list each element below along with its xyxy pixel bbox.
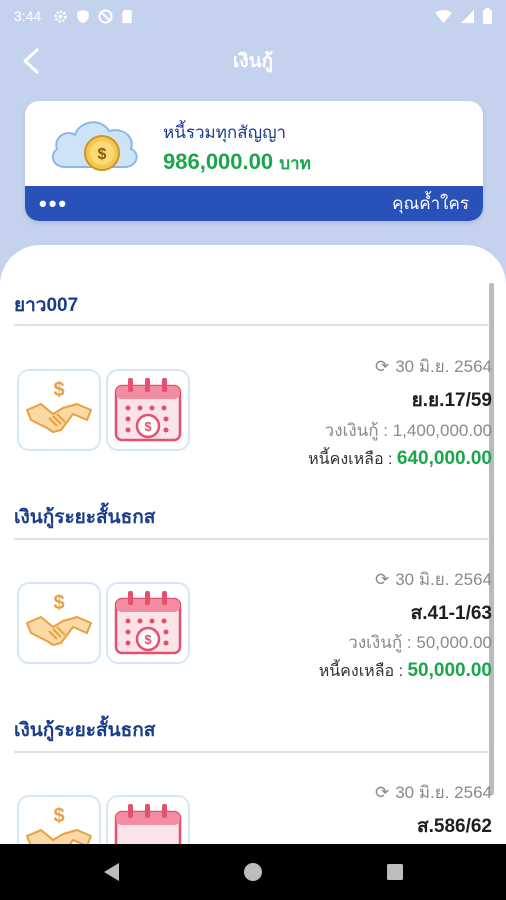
- app-bar: เงินกู้: [0, 32, 506, 90]
- summary-footer: ••• คุณค้ำใคร: [25, 186, 483, 221]
- summary-label: หนี้รวมทุกสัญญา: [163, 123, 287, 142]
- status-right-icons: [435, 8, 492, 24]
- sd-card-icon: [122, 9, 132, 23]
- refresh-icon: ⟳: [374, 782, 390, 802]
- section-divider: [14, 538, 490, 540]
- svg-text:$: $: [144, 419, 152, 434]
- section-divider: [14, 324, 490, 326]
- calendar-money-icon: $: [114, 378, 182, 442]
- loan-date-text: 30 มิ.ย. 2564: [395, 570, 492, 589]
- handshake-money-icon: $: [26, 805, 92, 845]
- svg-text:$: $: [98, 146, 107, 163]
- svg-text:$: $: [53, 379, 64, 401]
- battery-icon: [483, 8, 492, 24]
- back-button[interactable]: [14, 44, 48, 78]
- shield-icon: [77, 9, 89, 23]
- square-recents-icon: [387, 864, 403, 880]
- handshake-icon-box[interactable]: $: [17, 369, 101, 451]
- summary-amount-unit: บาท: [279, 154, 311, 173]
- refresh-icon: ⟳: [374, 356, 390, 376]
- svg-text:$: $: [53, 592, 64, 614]
- signal-icon: [460, 9, 475, 23]
- handshake-money-icon: $: [26, 379, 92, 433]
- loan-date-text: 30 มิ.ย. 2564: [395, 783, 492, 802]
- status-icons: [53, 8, 133, 24]
- nav-back-button[interactable]: [99, 860, 123, 884]
- loan-date: ⟳ 30 มิ.ย. 2564: [375, 566, 492, 593]
- loan-date-text: 30 มิ.ย. 2564: [395, 357, 492, 376]
- loan-limit-value: 50,000.00: [416, 633, 492, 652]
- loan-date: ⟳ 30 มิ.ย. 2564: [375, 779, 492, 806]
- page-title: เงินกู้: [232, 51, 274, 72]
- refresh-icon: ⟳: [374, 569, 390, 589]
- calendar-money-icon: $: [114, 591, 182, 655]
- handshake-money-icon: $: [26, 592, 92, 646]
- calendar-icon-box[interactable]: $: [106, 369, 190, 451]
- calendar-icon-box[interactable]: [106, 795, 190, 845]
- loan-remaining: หนี้คงเหลือ : 50,000.00: [319, 659, 492, 684]
- triangle-back-icon: [104, 863, 119, 881]
- loan-remaining: หนี้คงเหลือ : 640,000.00: [308, 447, 492, 472]
- cloud-coin-icon: $: [51, 121, 138, 171]
- circle-home-icon: [244, 863, 262, 881]
- loan-limit-label: วงเงินกู้ :: [324, 421, 388, 440]
- loan-list-sheet: ยาว007 $ $ ⟳ 30 มิ.ย. 2564 ย.ย.17/59 วงเ…: [0, 245, 506, 845]
- svg-text:$: $: [144, 632, 152, 647]
- handshake-icon-box[interactable]: $: [17, 582, 101, 664]
- loan-remaining-value: 640,000.00: [396, 448, 492, 469]
- guarantor-link[interactable]: คุณค้ำใคร: [392, 190, 469, 217]
- debt-summary-card: $ หนี้รวมทุกสัญญา 986,000.00 บาท ••• คุณ…: [25, 101, 483, 221]
- section-divider: [14, 751, 490, 753]
- section-title: ยาว007: [14, 295, 79, 316]
- status-time: 3:44: [14, 8, 42, 24]
- loan-remaining-label: หนี้คงเหลือ :: [308, 451, 393, 468]
- loan-remaining-label: หนี้คงเหลือ :: [318, 663, 404, 680]
- gear-icon: [54, 9, 67, 23]
- section-title: เงินกู้ระยะสั้นธกส: [14, 720, 156, 741]
- loan-limit-value: 1,400,000.00: [392, 421, 492, 440]
- wifi-icon: [435, 9, 452, 23]
- more-options-button[interactable]: •••: [39, 192, 68, 215]
- loan-contract-number: ย.ย.17/59: [411, 390, 492, 411]
- handshake-icon-box[interactable]: $: [17, 795, 101, 845]
- loan-date: ⟳ 30 มิ.ย. 2564: [375, 353, 492, 380]
- loan-remaining-value: 50,000.00: [407, 660, 492, 681]
- loan-limit-label: วงเงินกู้ :: [348, 633, 412, 652]
- loan-contract-number: ส.586/62: [417, 816, 492, 837]
- no-disturb-icon: [98, 8, 113, 24]
- section-title: เงินกู้ระยะสั้นธกส: [14, 507, 156, 528]
- back-arrow-icon: [23, 48, 39, 74]
- calendar-money-icon: [114, 804, 182, 845]
- calendar-icon-box[interactable]: $: [106, 582, 190, 664]
- system-nav-bar: [0, 844, 506, 900]
- loan-limit: วงเงินกู้ : 1,400,000.00: [325, 417, 492, 444]
- summary-amount-value: 986,000.00: [163, 149, 274, 174]
- nav-home-button[interactable]: [241, 860, 265, 884]
- summary-amount: 986,000.00 บาท: [163, 149, 311, 177]
- loan-contract-number: ส.41-1/63: [410, 603, 492, 624]
- svg-text:$: $: [53, 805, 64, 827]
- status-bar: 3:44: [0, 0, 506, 32]
- nav-recents-button[interactable]: [383, 860, 407, 884]
- loan-limit: วงเงินกู้ : 50,000.00: [348, 629, 492, 656]
